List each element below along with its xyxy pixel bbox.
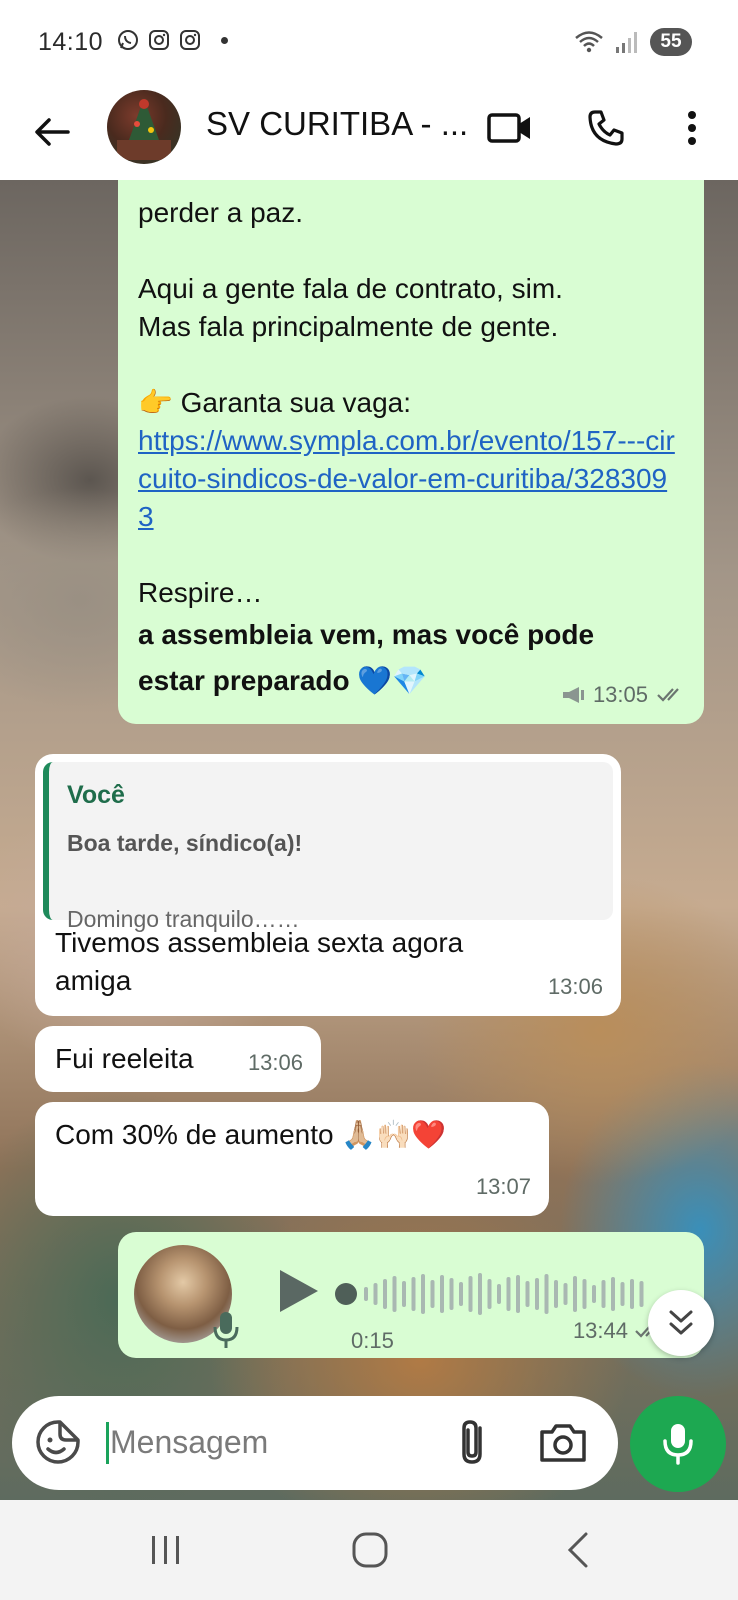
waveform-bar [373,1283,378,1305]
wifi-icon [575,31,603,53]
home-icon[interactable] [350,1530,390,1570]
waveform-bar [440,1275,444,1313]
message-line: Aqui a gente fala de contrato, sim. [138,273,563,304]
message-line: Respire… [138,577,263,608]
more-vert-icon [688,111,696,145]
voice-call-button[interactable] [580,102,632,154]
waveform-bar [364,1287,368,1301]
audio-waveform[interactable] [334,1270,654,1318]
status-time: 14:10 [38,28,104,56]
message-text: Tivemos assembleia sexta agora amiga [55,927,464,996]
waveform-bar [544,1274,549,1314]
attach-icon[interactable] [450,1416,498,1468]
message-text: Fui reeleita [55,1043,194,1074]
waveform-bar [392,1276,397,1312]
message-time: 13:07 [475,1174,531,1199]
message-composer [12,1396,618,1490]
waveform-bar [487,1279,492,1309]
instagram-icon [149,30,169,50]
waveform-bar [563,1283,568,1305]
signal-icon [616,32,637,53]
waveform-bar [449,1278,454,1310]
text-caret [106,1422,109,1464]
waveform-bar [411,1277,416,1311]
message-text: Com 30% de aumento 🙏🏼🙌🏻❤️ [55,1119,446,1150]
megaphone-icon [562,687,584,703]
waveform-bar [554,1280,558,1308]
battery-indicator: 55 [650,28,692,56]
christmas-tree-photo [117,98,171,160]
back-button[interactable] [26,106,78,158]
waveform-bar [535,1278,539,1310]
message-line: Mas fala principalmente de gente. [138,311,559,342]
more-options-button[interactable] [666,102,718,154]
waveform-bar [601,1280,606,1308]
play-icon[interactable] [276,1266,322,1316]
quoted-message[interactable]: Você Boa tarde, síndico(a)! Domingo tran… [43,762,613,932]
incoming-message[interactable]: Com 30% de aumento 🙏🏼🙌🏻❤️ 13:07 [35,1102,549,1216]
chat-header: SV CURITIBA - ... [0,84,738,180]
waveform-bar [630,1279,634,1309]
double-check-icon [657,688,679,702]
waveform-bar [582,1279,587,1309]
message-input[interactable] [110,1416,430,1468]
chat-area[interactable]: perder a paz. Aqui a gente fala de contr… [0,180,738,1500]
mic-badge-icon [213,1312,239,1348]
waveform-bar [620,1282,625,1306]
waveform-bar [383,1279,387,1309]
message-time: 13:44 [572,1318,628,1343]
video-call-button[interactable] [484,102,536,154]
outgoing-message[interactable]: perder a paz. Aqui a gente fala de contr… [118,180,704,724]
waveform-bar [478,1273,482,1315]
scroll-to-bottom-button[interactable] [648,1290,714,1356]
message-time: 13:06 [247,1050,303,1075]
waveform-bar [430,1280,435,1308]
message-meta: 13:05 [561,676,686,714]
quote-author: Você [67,781,125,809]
event-link[interactable]: https://www.sympla.com.br/evento/157---c… [138,422,682,536]
message-time: 13:06 [547,974,603,999]
voice-message[interactable]: 0:15 13:44 [118,1232,704,1358]
incoming-reply-message[interactable]: Você Boa tarde, síndico(a)! Domingo tran… [35,754,621,1016]
quote-text: Boa tarde, síndico(a)! [67,830,303,856]
dot-icon [221,36,228,44]
waveform-bar [459,1282,463,1306]
waveform-bar [525,1281,530,1307]
whatsapp-icon [118,30,138,50]
instagram-icon [180,30,200,50]
waveform-bar [516,1275,520,1313]
waveform-bar [402,1281,406,1307]
message-line: perder a paz. [138,197,303,228]
back-arrow-icon [35,118,70,146]
waveform-bar [639,1281,644,1307]
sticker-emoji-icon[interactable] [34,1418,82,1466]
status-bar: 14:10 55 [0,0,738,84]
chat-title[interactable]: SV CURITIBA - ... [206,105,468,143]
group-avatar[interactable] [107,90,181,164]
notification-icons [116,28,228,52]
audio-duration: 0:15 [351,1328,394,1353]
recent-apps-icon[interactable] [146,1530,186,1570]
system-navigation-bar [0,1500,738,1600]
message-line: 👉 Garanta sua vaga: [138,387,412,418]
message-bold-line: a assembleia vem, mas você pode [138,619,595,650]
waveform-bar [421,1274,425,1314]
waveform-bar [506,1277,511,1311]
waveform-bar [573,1276,577,1312]
voice-record-button[interactable] [630,1396,726,1492]
phone-icon [588,110,624,146]
nav-back-icon[interactable] [560,1530,596,1570]
system-icons: 55 [574,28,692,56]
double-chevron-down-icon [669,1310,693,1335]
video-call-icon [487,113,530,143]
mic-icon [663,1424,693,1465]
waveform-bar [611,1277,615,1311]
waveform-bar [592,1285,596,1303]
waveform-bar [468,1276,473,1312]
message-time: 13:05 [592,682,648,707]
waveform-bar [497,1284,501,1304]
camera-icon[interactable] [538,1418,588,1466]
incoming-message[interactable]: Fui reeleita 13:06 [35,1026,321,1092]
